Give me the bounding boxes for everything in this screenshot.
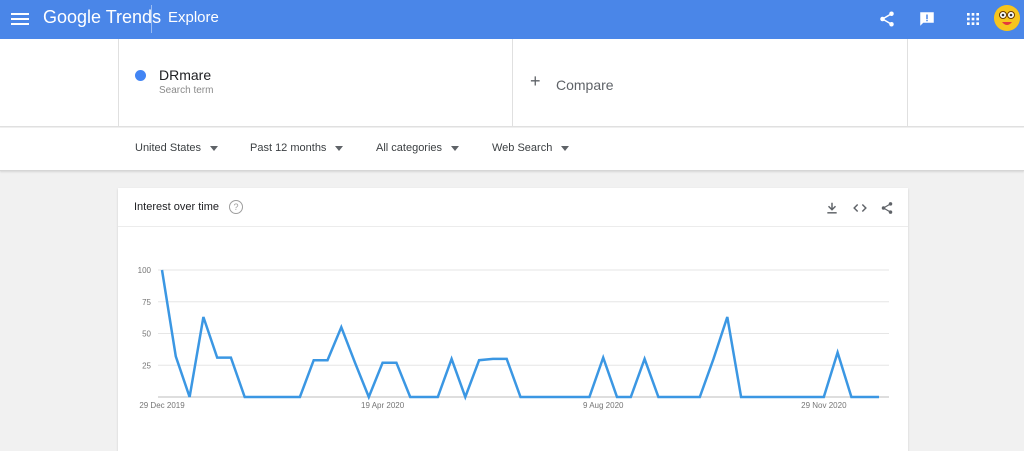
y-tick-label: 50 — [142, 330, 151, 339]
caret-down-icon — [335, 145, 344, 151]
time-range-label: Past 12 months — [250, 142, 327, 154]
y-tick-label: 25 — [142, 361, 151, 370]
top-app-bar: Google Trends Explore — [0, 0, 1024, 39]
share-icon[interactable] — [878, 199, 896, 217]
search-terms-bar: DRmare Search term + Compare — [0, 39, 1024, 127]
menu-icon[interactable] — [8, 7, 32, 31]
term-name[interactable]: DRmare — [159, 67, 211, 83]
embed-icon[interactable] — [851, 199, 869, 217]
help-icon[interactable]: ? — [229, 200, 243, 214]
category-dropdown[interactable]: All categories — [376, 142, 460, 154]
compare-button[interactable]: + Compare — [513, 39, 908, 127]
line-chart[interactable]: 25 50 75 100 29 Dec 2019 19 Apr 2020 9 Aug 202… — [118, 228, 908, 451]
caret-down-icon — [210, 145, 219, 151]
y-tick-label: 100 — [138, 266, 152, 275]
download-icon[interactable] — [823, 199, 841, 217]
filter-bar: United States Past 12 months All categor… — [0, 128, 1024, 171]
card-header: Interest over time ? — [118, 188, 908, 227]
search-type-label: Web Search — [492, 142, 553, 154]
term-color-dot — [135, 70, 146, 81]
x-tick-label: 29 Dec 2019 — [139, 401, 185, 410]
search-term-card[interactable]: DRmare Search term — [118, 39, 513, 127]
feedback-icon[interactable] — [915, 7, 939, 31]
caret-down-icon — [561, 145, 570, 151]
card-title: Interest over time — [134, 201, 219, 213]
compare-label: Compare — [556, 77, 614, 93]
avatar[interactable] — [994, 5, 1020, 31]
share-icon[interactable] — [875, 7, 899, 31]
x-tick-label: 19 Apr 2020 — [361, 401, 405, 410]
x-tick-label: 9 Aug 2020 — [583, 401, 624, 410]
term-type-label: Search term — [159, 85, 214, 96]
region-label: United States — [135, 142, 202, 154]
page-title: Explore — [168, 9, 219, 26]
caret-down-icon — [451, 145, 460, 151]
y-tick-label: 75 — [142, 298, 151, 307]
interest-over-time-card: Interest over time ? 25 50 75 100 29 Dec 201… — [118, 188, 908, 451]
x-tick-label: 29 Nov 2020 — [801, 401, 847, 410]
header-divider — [151, 5, 152, 33]
time-range-dropdown[interactable]: Past 12 months — [250, 142, 344, 154]
region-dropdown[interactable]: United States — [135, 142, 219, 154]
category-label: All categories — [376, 142, 443, 154]
google-trends-logo[interactable]: Google Trends — [43, 7, 161, 28]
plus-icon: + — [530, 71, 541, 91]
search-type-dropdown[interactable]: Web Search — [492, 142, 570, 154]
apps-icon[interactable] — [961, 7, 985, 31]
